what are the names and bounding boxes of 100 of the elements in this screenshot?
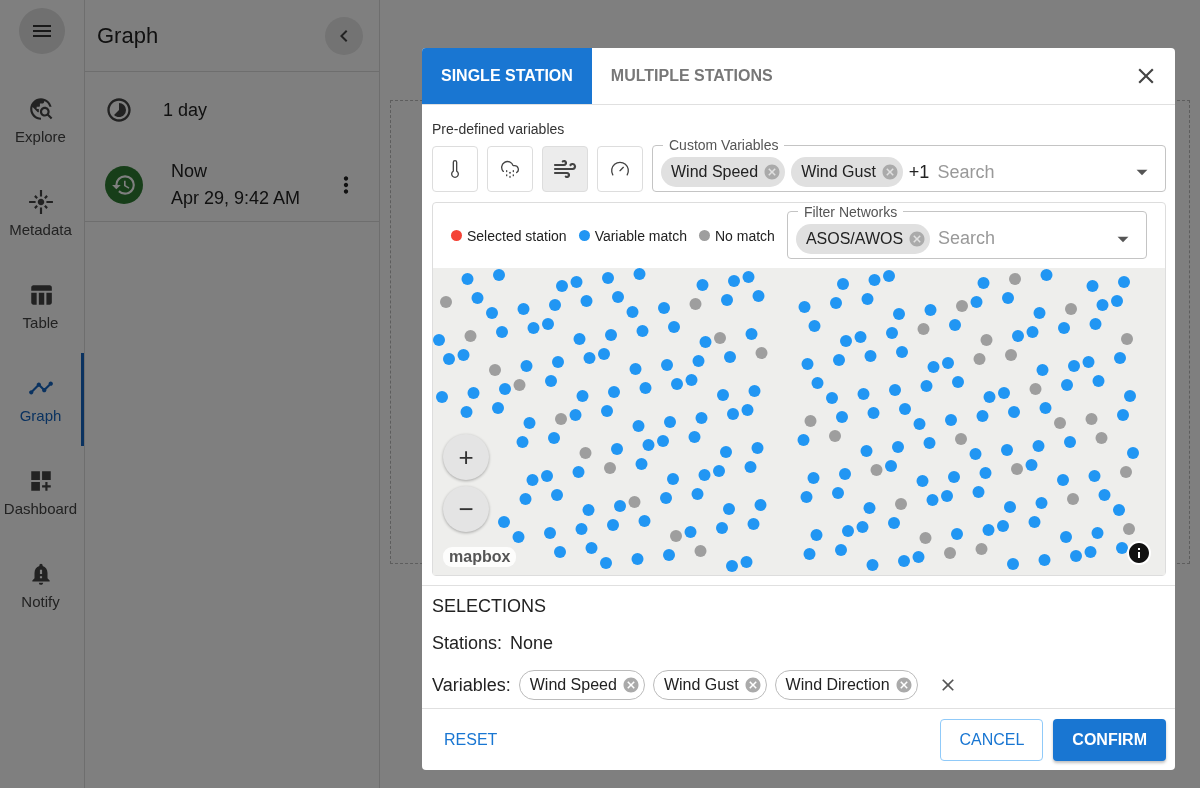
station-marker[interactable] (575, 523, 588, 535)
nav-item[interactable]: Dashboard (0, 446, 84, 539)
station-marker[interactable] (636, 325, 649, 337)
station-marker[interactable] (857, 388, 870, 400)
station-marker[interactable] (1123, 523, 1135, 535)
station-marker[interactable] (979, 467, 992, 479)
station-marker[interactable] (552, 356, 564, 368)
station-marker[interactable] (605, 329, 617, 341)
station-marker[interactable] (1096, 299, 1109, 311)
station-marker[interactable] (899, 403, 911, 415)
station-marker[interactable] (1068, 360, 1080, 372)
station-marker[interactable] (1002, 292, 1014, 304)
station-marker[interactable] (1004, 501, 1016, 513)
station-marker[interactable] (755, 347, 768, 359)
station-marker[interactable] (489, 364, 501, 376)
station-marker[interactable] (982, 524, 995, 536)
station-marker[interactable] (555, 413, 567, 425)
variable-chip[interactable]: Wind Gust (791, 157, 903, 187)
station-marker[interactable] (691, 488, 704, 500)
station-marker[interactable] (727, 408, 739, 420)
station-marker[interactable] (977, 277, 990, 289)
station-marker[interactable] (699, 336, 712, 348)
station-marker[interactable] (997, 520, 1009, 532)
station-marker[interactable] (663, 549, 675, 561)
nav-item[interactable]: Metadata (0, 167, 84, 260)
station-marker[interactable] (632, 420, 645, 432)
station-marker[interactable] (1039, 402, 1052, 414)
station-marker[interactable] (842, 525, 854, 537)
station-marker[interactable] (520, 360, 533, 372)
station-marker[interactable] (1120, 466, 1132, 478)
reset-button[interactable]: RESET (432, 722, 510, 757)
station-marker[interactable] (797, 434, 810, 446)
station-marker[interactable] (1061, 379, 1073, 391)
station-marker[interactable] (973, 353, 986, 365)
station-marker[interactable] (1038, 554, 1051, 566)
station-marker[interactable] (942, 357, 954, 369)
station-marker[interactable] (658, 302, 670, 314)
station-marker[interactable] (633, 268, 646, 280)
station-marker[interactable] (660, 492, 672, 504)
station-marker[interactable] (829, 430, 841, 442)
nav-item[interactable]: Explore (0, 74, 84, 167)
station-marker[interactable] (1011, 463, 1023, 475)
station-marker[interactable] (913, 418, 926, 430)
station-marker[interactable] (692, 355, 705, 367)
station-marker[interactable] (861, 293, 874, 305)
station-marker[interactable] (569, 409, 582, 421)
station-marker[interactable] (944, 547, 956, 559)
station-marker[interactable] (870, 464, 883, 476)
station-marker[interactable] (582, 504, 595, 516)
remove-icon[interactable] (743, 676, 762, 694)
station-marker[interactable] (923, 437, 936, 449)
station-marker[interactable] (889, 384, 901, 396)
station-marker[interactable] (1058, 322, 1070, 334)
station-marker[interactable] (1092, 375, 1105, 387)
variable-chip[interactable]: Wind Speed (518, 670, 645, 700)
station-marker[interactable] (721, 294, 733, 306)
station-marker[interactable] (1082, 356, 1095, 368)
station-marker[interactable] (602, 272, 614, 284)
station-marker[interactable] (526, 474, 539, 486)
station-marker[interactable] (464, 330, 477, 342)
station-marker[interactable] (917, 323, 930, 335)
station-marker[interactable] (854, 331, 867, 343)
station-marker[interactable] (912, 551, 925, 563)
station-marker[interactable] (916, 475, 929, 487)
station-marker[interactable] (580, 295, 593, 307)
nav-item[interactable]: Table (0, 260, 84, 353)
station-marker[interactable] (840, 335, 852, 347)
station-marker[interactable] (811, 377, 824, 389)
station-marker[interactable] (726, 560, 738, 572)
station-marker[interactable] (1089, 318, 1102, 330)
station-marker[interactable] (499, 383, 511, 395)
station-marker[interactable] (800, 491, 813, 503)
station-marker[interactable] (1005, 349, 1017, 361)
station-marker[interactable] (742, 271, 755, 283)
station-marker[interactable] (551, 489, 563, 501)
station-marker[interactable] (548, 432, 560, 444)
station-marker[interactable] (1084, 546, 1097, 558)
station-marker[interactable] (895, 498, 907, 510)
station-marker[interactable] (888, 517, 900, 529)
station-marker[interactable] (631, 553, 644, 565)
station-marker[interactable] (920, 380, 933, 392)
station-marker[interactable] (541, 470, 553, 482)
station-marker[interactable] (969, 448, 982, 460)
station-marker[interactable] (639, 382, 652, 394)
station-marker[interactable] (604, 462, 616, 474)
station-marker[interactable] (542, 318, 554, 330)
station-marker[interactable] (1095, 432, 1108, 444)
station-marker[interactable] (745, 328, 758, 340)
station-marker[interactable] (570, 276, 583, 288)
station-marker[interactable] (955, 433, 967, 445)
station-marker[interactable] (1040, 269, 1053, 281)
station-marker[interactable] (728, 275, 740, 287)
info-icon[interactable] (1127, 541, 1151, 565)
remove-icon[interactable] (880, 163, 899, 181)
collapse-button[interactable] (325, 16, 363, 55)
station-marker[interactable] (576, 390, 589, 402)
station-marker[interactable] (1036, 364, 1049, 376)
station-marker[interactable] (1127, 447, 1139, 459)
variable-chip[interactable]: ASOS/AWOS (795, 223, 931, 254)
station-marker[interactable] (1098, 489, 1111, 501)
